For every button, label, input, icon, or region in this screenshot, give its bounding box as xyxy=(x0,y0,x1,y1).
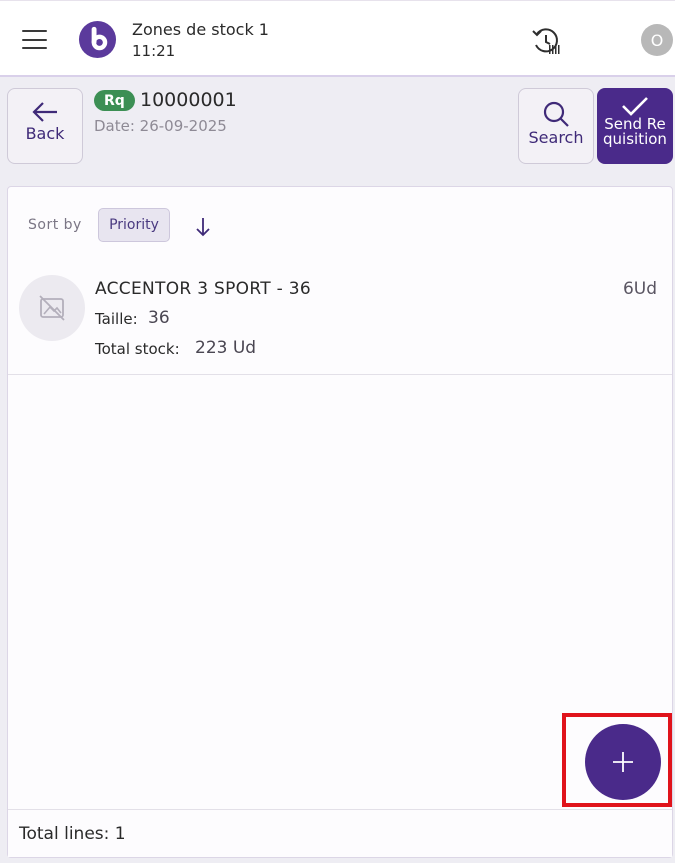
requisition-date: Date: 26-09-2025 xyxy=(94,117,227,135)
back-button[interactable]: Back xyxy=(7,88,83,164)
history-icon[interactable] xyxy=(530,26,562,56)
panel-footer: Total lines: 1 xyxy=(8,809,672,857)
image-placeholder-icon xyxy=(19,275,85,341)
total-stock-value: 223 Ud xyxy=(195,338,257,358)
search-button-label: Search xyxy=(528,128,584,147)
search-icon xyxy=(543,101,569,127)
size-label: Taille: xyxy=(95,310,138,328)
app-logo xyxy=(78,20,117,59)
size-value: 36 xyxy=(148,308,170,328)
add-line-button[interactable] xyxy=(585,724,661,800)
back-button-label: Back xyxy=(25,124,65,143)
item-name: ACCENTOR 3 SPORT - 36 xyxy=(95,279,311,299)
avatar[interactable]: O xyxy=(641,24,673,56)
top-app-bar: Zones de stock 1 11:21 O xyxy=(0,0,675,77)
arrow-down-icon[interactable] xyxy=(194,216,212,238)
item-quantity: 6Ud xyxy=(623,279,657,299)
total-stock-label: Total stock: xyxy=(95,340,180,358)
check-icon xyxy=(622,97,648,116)
requisition-number: 10000001 xyxy=(140,89,237,111)
send-requisition-button[interactable]: Send Requisition xyxy=(597,88,673,164)
sort-by-label: Sort by xyxy=(28,217,82,233)
app-title: Zones de stock 1 xyxy=(132,20,269,39)
total-lines-count: Total lines: 1 xyxy=(19,824,126,844)
send-requisition-label: Send Requisition xyxy=(603,115,667,148)
app-time: 11:21 xyxy=(132,42,176,60)
requisition-type-badge: Rq xyxy=(94,90,135,111)
hamburger-menu-icon[interactable] xyxy=(22,30,47,49)
plus-icon xyxy=(613,752,633,772)
list-item[interactable]: ACCENTOR 3 SPORT - 36 6Ud Taille: 36 Tot… xyxy=(8,265,672,375)
search-button[interactable]: Search xyxy=(518,88,594,164)
item-quantity-unit: Ud xyxy=(633,279,657,299)
arrow-left-icon xyxy=(32,102,57,122)
sort-field-select[interactable]: Priority xyxy=(98,208,170,242)
item-quantity-value: 6 xyxy=(622,279,634,299)
